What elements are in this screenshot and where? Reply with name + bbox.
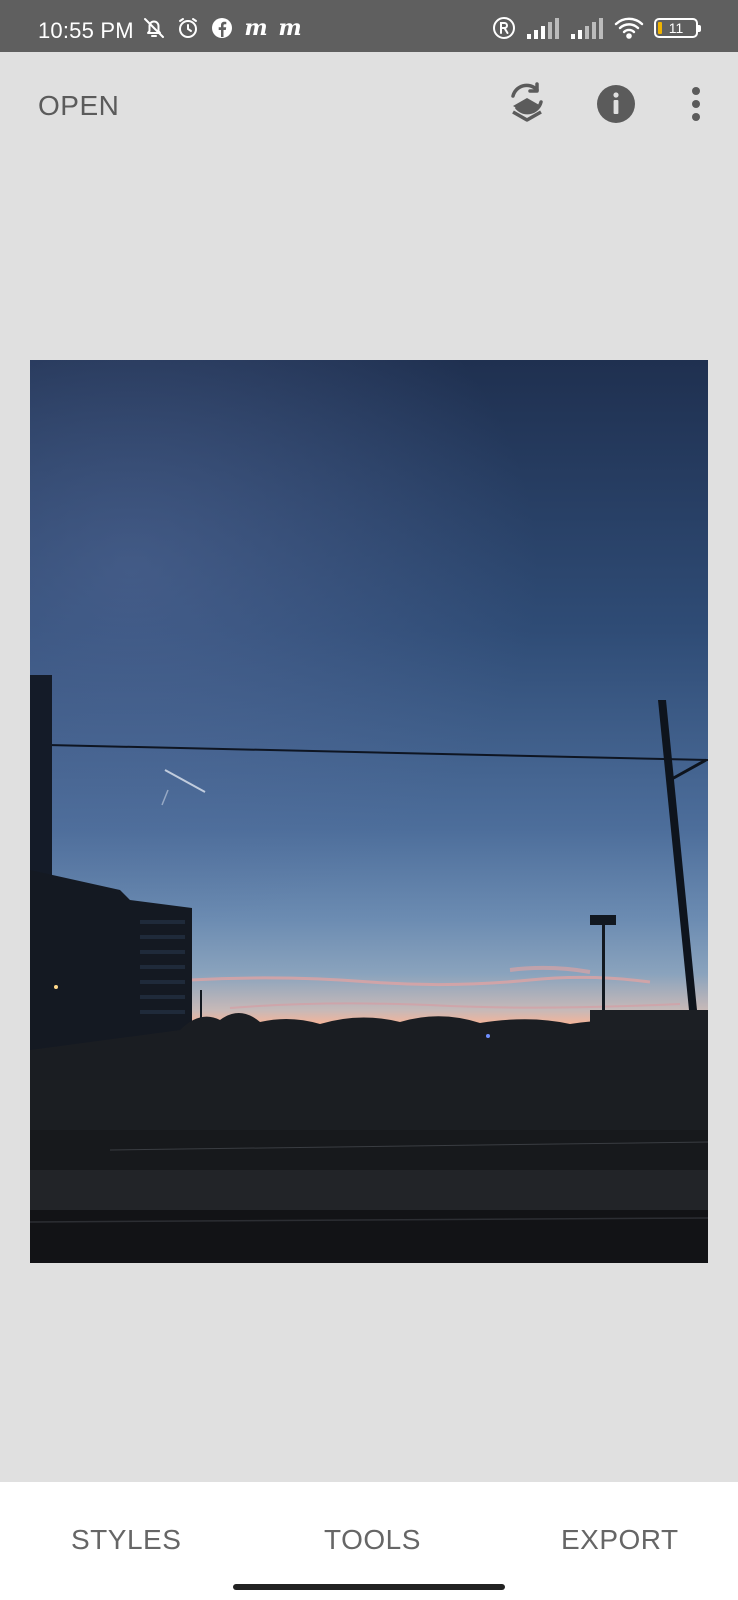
app-bar: OPEN xyxy=(0,52,738,156)
battery-icon: 11 xyxy=(654,18,701,38)
screen: 10:55 PM m m 11 OPEN STYLES TOOLS EXPORT xyxy=(0,0,738,1600)
alarm-icon xyxy=(176,16,200,40)
status-bar: 10:55 PM m m 11 xyxy=(0,0,738,52)
registered-icon xyxy=(492,16,516,40)
home-indicator[interactable] xyxy=(233,1584,505,1590)
more-vertical-icon[interactable] xyxy=(670,78,722,130)
battery-fill xyxy=(658,22,662,34)
photo-image[interactable] xyxy=(30,360,708,1263)
bottom-navigation: STYLES TOOLS EXPORT xyxy=(0,1482,738,1600)
undo-layers-icon[interactable] xyxy=(501,78,553,130)
status-time: 10:55 PM xyxy=(38,18,134,43)
m-app-icon: m xyxy=(278,15,302,41)
m-app-icon: m xyxy=(244,15,268,41)
styles-tab[interactable]: STYLES xyxy=(71,1524,181,1556)
status-icons-left: m m xyxy=(142,16,302,40)
tools-tab[interactable]: TOOLS xyxy=(324,1524,421,1556)
export-tab[interactable]: EXPORT xyxy=(561,1524,679,1556)
facebook-icon xyxy=(210,16,234,40)
info-icon[interactable] xyxy=(590,78,642,130)
bell-off-icon xyxy=(142,16,166,40)
battery-level: 11 xyxy=(668,20,684,36)
status-icons-right: 11 xyxy=(492,16,701,40)
signal-icon xyxy=(570,16,604,40)
wifi-icon xyxy=(614,16,644,40)
photo-scene xyxy=(30,360,708,1263)
open-button[interactable]: OPEN xyxy=(38,90,119,122)
signal-icon xyxy=(526,16,560,40)
